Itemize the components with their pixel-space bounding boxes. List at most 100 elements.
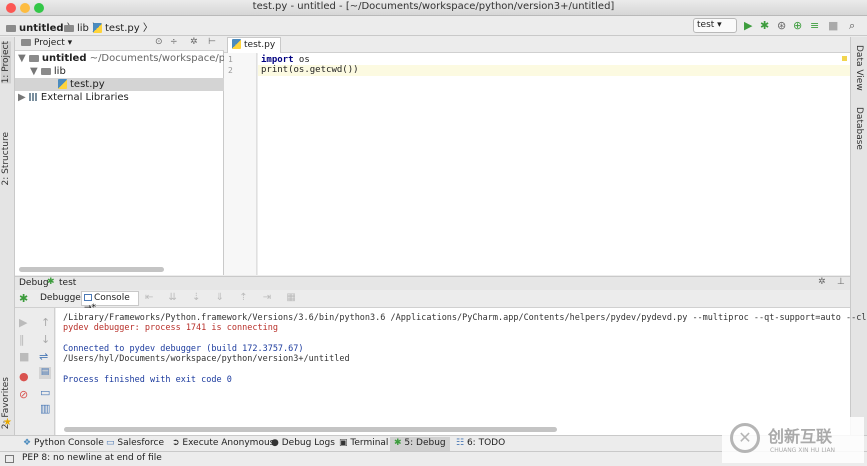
todo-icon: ☷ — [456, 438, 465, 448]
editor-tab-bar: test.py × — [224, 37, 850, 64]
tool-todo[interactable]: ☷ 6: TODO — [456, 438, 505, 448]
gear-icon[interactable]: ✲ — [190, 37, 198, 47]
code-line-2[interactable]: print(os.getcwd()) — [261, 65, 359, 75]
watermark-subtext: CHUANG XIN HU LIAN — [770, 447, 836, 454]
star-icon: ★ — [3, 417, 12, 428]
watermark-logo: ✕ — [730, 423, 760, 453]
line-number: 1 — [228, 55, 233, 64]
tab-test-py[interactable]: test.py × — [227, 37, 281, 64]
execute-icon: ➲ — [172, 438, 180, 448]
tool-debug-logs[interactable]: ● Debug Logs — [271, 438, 335, 448]
console-line: /Users/hyl/Documents/workspace/python/ve… — [63, 354, 350, 364]
window-title: test.py - untitled - [~/Documents/worksp… — [252, 1, 615, 12]
console-line: Process finished with exit code 0 — [63, 375, 232, 385]
tab-debugger[interactable]: Debugger — [40, 293, 85, 303]
tree-item-test-py[interactable]: test.py — [15, 78, 224, 91]
tree-item-lib[interactable]: ▼ lib — [15, 65, 224, 78]
collapse-arrow-icon[interactable]: ▶ — [18, 92, 26, 103]
window-icon: ▭ — [106, 438, 115, 448]
status-message: PEP 8: no newline at end of file — [22, 453, 162, 463]
debug-config-name: test — [59, 278, 77, 288]
line-number-gutter: 1 2 — [224, 53, 257, 275]
run-icon[interactable]: ▶ — [744, 19, 752, 32]
debug-config-icon: ✱ — [47, 277, 55, 287]
collapse-all-icon[interactable]: ÷ — [170, 37, 178, 47]
watermark-text: 创新互联 — [768, 427, 833, 446]
trash-icon[interactable]: ▥ — [40, 402, 50, 415]
project-view-select[interactable]: Project ▾ — [21, 38, 72, 48]
python-file-icon — [58, 79, 67, 89]
coverage-icon[interactable]: ⊛ — [777, 19, 786, 32]
folder-icon — [40, 68, 51, 75]
up-arrow-icon[interactable]: ↑ — [41, 316, 50, 329]
run-configuration-select[interactable]: test ▾ — [693, 18, 737, 33]
settings-icon[interactable]: ▭ — [40, 386, 50, 399]
tab-structure[interactable]: 2: Structure — [1, 132, 11, 186]
console-horizontal-scrollbar[interactable] — [64, 427, 557, 432]
right-tool-strip: Data View Database — [850, 37, 867, 435]
tab-console[interactable]: Console →* — [81, 291, 139, 313]
hide-icon[interactable]: ⊢ — [208, 37, 216, 47]
library-icon — [28, 93, 38, 101]
tree-item-untitled[interactable]: ▼ untitled ~/Documents/workspace/python/ — [15, 52, 257, 65]
log-icon: ● — [271, 438, 279, 448]
code-line-1[interactable]: import os — [261, 55, 310, 65]
view-breakpoints-icon[interactable]: ● — [19, 370, 29, 383]
expand-arrow-icon[interactable]: ▼ — [30, 66, 38, 77]
toggle-tool-windows-icon[interactable] — [5, 455, 14, 463]
gear-icon[interactable]: ✲ — [818, 277, 826, 287]
expand-arrow-icon[interactable]: ▼ — [18, 53, 26, 64]
code-editor[interactable]: import os print(os.getcwd()) — [258, 53, 850, 275]
scroll-from-source-icon[interactable]: ⊙ — [155, 37, 163, 47]
tool-debug[interactable]: ✱ 5: Debug — [390, 437, 450, 451]
mute-breakpoints-icon[interactable]: ⊘ — [19, 388, 28, 401]
debug-side-toolbar: ▶ ↑ ‖ ↓ ■ ⇌ ● ▤ ⊘ ▭ ▥ — [15, 308, 55, 435]
folder-icon — [6, 25, 16, 32]
project-horizontal-scrollbar[interactable] — [19, 267, 164, 272]
step-toolbar-icons[interactable]: ⇤ ⇊ ⇣ ⇓ ⇡ ⇥ ▦ — [145, 292, 302, 303]
resume-icon[interactable]: ▶ — [19, 316, 27, 329]
debug-title: Debug — [19, 278, 49, 288]
tool-salesforce[interactable]: ▭ Salesforce — [106, 438, 164, 448]
tab-project[interactable]: 1: Project — [1, 41, 11, 84]
console-line: pydev debugger: process 1741 is connecti… — [63, 323, 278, 333]
console-line: Connected to pydev debugger (build 172.3… — [63, 344, 304, 354]
folder-icon — [64, 25, 74, 32]
tab-data-view[interactable]: Data View — [854, 45, 864, 91]
tree-item-external-libraries[interactable]: ▶ External Libraries — [15, 91, 224, 104]
concurrency-icon[interactable]: ≡ — [810, 19, 819, 32]
tool-terminal[interactable]: ▣ Terminal — [339, 438, 388, 448]
navigation-bar: untitled 〉 lib 〉 test.py 〉 test ▾ ▶ ✱ ⊛ … — [0, 16, 867, 36]
profile-icon[interactable]: ⊕ — [793, 19, 802, 32]
soft-wrap-icon[interactable]: ⇌ — [39, 350, 48, 363]
stop-icon[interactable]: ■ — [19, 350, 29, 363]
tab-database[interactable]: Database — [854, 107, 864, 150]
debug-icon: ✱ — [394, 438, 402, 448]
tool-python-console[interactable]: ❖ Python Console — [23, 438, 104, 448]
line-number: 2 — [228, 66, 233, 75]
title-bar: test.py - untitled - [~/Documents/worksp… — [0, 0, 867, 16]
rerun-icon[interactable]: ✱ — [19, 292, 28, 305]
tool-execute-anonymous[interactable]: ➲ Execute Anonymous — [172, 438, 274, 448]
stop-icon[interactable]: ■ — [828, 19, 838, 32]
console-output[interactable]: /Library/Frameworks/Python.framework/Ver… — [56, 308, 867, 435]
down-arrow-icon[interactable]: ↓ — [41, 333, 50, 346]
terminal-icon: ▣ — [339, 438, 348, 448]
search-icon[interactable]: ⌕ — [849, 19, 855, 32]
breadcrumb-file[interactable]: test.py 〉 — [93, 19, 153, 34]
python-file-icon — [93, 23, 102, 33]
console-icon — [84, 294, 92, 301]
hide-icon[interactable]: ⊥ — [837, 277, 845, 287]
project-panel-header: Project ▾ ⊙ ÷ ✲ ⊢ — [15, 37, 224, 51]
folder-icon — [28, 55, 39, 62]
folder-icon — [21, 39, 31, 46]
print-icon[interactable]: ▤ — [39, 367, 51, 379]
warning-marker-icon[interactable] — [842, 56, 847, 61]
python-file-icon — [232, 39, 241, 49]
project-panel: Project ▾ ⊙ ÷ ✲ ⊢ ▼ untitled ~/Documents… — [15, 37, 257, 275]
debug-tab-bar: ✱ Debugger Console →* ⇤ ⇊ ⇣ ⇓ ⇡ ⇥ ▦ — [15, 290, 850, 313]
watermark: ✕ 创新互联 CHUANG XIN HU LIAN — [722, 417, 864, 463]
pause-icon[interactable]: ‖ — [19, 333, 25, 346]
python-icon: ❖ — [23, 438, 32, 448]
debug-icon[interactable]: ✱ — [760, 19, 769, 32]
